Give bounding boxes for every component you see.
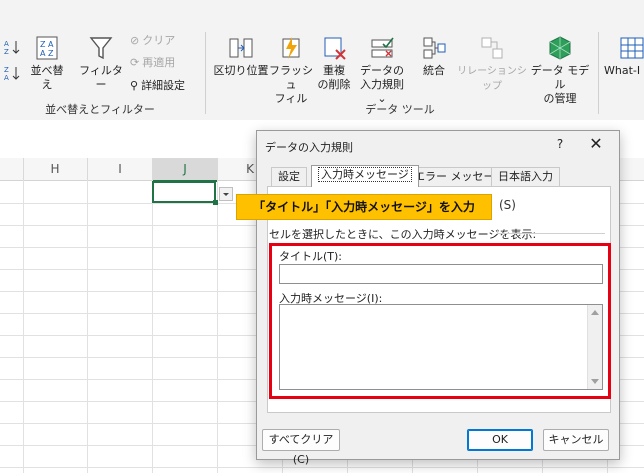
flash-fill-icon <box>282 37 300 59</box>
group-separator <box>205 32 206 114</box>
consolidate-button[interactable]: 統合 <box>414 34 454 78</box>
sort-desc-button[interactable]: ZA <box>4 64 22 84</box>
flash-fill-label2: フィル <box>274 92 308 105</box>
group-separator-2 <box>598 32 599 114</box>
clear-all-button[interactable]: すべてクリア(C) <box>262 429 340 466</box>
relationships-icon <box>481 37 503 59</box>
tab-settings[interactable]: 設定 <box>271 167 307 186</box>
group-label-sort-filter: 並べ替えとフィルター <box>45 103 155 116</box>
fill-handle[interactable] <box>213 200 218 205</box>
section-caption: セルを選択したときに、この入力時メッセージを表示: <box>269 226 541 242</box>
flash-fill-button[interactable]: フラッシュ フィル <box>268 34 314 106</box>
tab-ime[interactable]: 日本語入力 <box>491 167 560 186</box>
data-validation-button[interactable]: データの 入力規則 ⌄ <box>354 34 410 106</box>
advanced-label: 詳細設定 <box>141 79 186 92</box>
sort-descending-icon: ZA <box>4 66 20 82</box>
gridline <box>23 180 24 473</box>
tab-input-message[interactable]: 入力時メッセージ <box>311 165 419 187</box>
what-if-label: What-I <box>604 64 641 77</box>
instruction-callout: 「タイトル」「入力時メッセージ」を入力 <box>236 194 492 220</box>
column-header-j[interactable]: J <box>153 158 218 182</box>
relationships-button[interactable]: リレーションシップ <box>455 34 529 94</box>
column-header-i[interactable]: I <box>88 158 153 180</box>
group-label-data-tools: データ ツール <box>365 103 435 116</box>
tab-ime-label: 日本語入力 <box>498 170 553 183</box>
data-model-button[interactable]: データ モデル の管理 <box>529 34 591 106</box>
filter-label: フィルター <box>79 64 123 91</box>
cell-dropdown-button[interactable] <box>219 187 233 201</box>
what-if-button[interactable]: What-I <box>604 34 644 78</box>
filter-button[interactable]: フィルター <box>78 34 124 92</box>
remove-duplicates-button[interactable]: 重複 の削除 <box>314 34 354 92</box>
what-if-icon <box>620 37 644 59</box>
flash-fill-label1: フラッシュ <box>269 64 313 91</box>
remove-dup-label2: の削除 <box>317 78 351 91</box>
data-model-icon <box>549 36 571 60</box>
close-icon[interactable]: ✕ <box>587 135 605 153</box>
svg-text:A: A <box>4 40 9 48</box>
gridline <box>152 180 153 473</box>
dialog-title: データの入力規則 <box>265 141 353 154</box>
text-to-columns-icon <box>229 38 253 58</box>
data-model-label2: の管理 <box>543 92 577 105</box>
sort-ascending-icon: AZ <box>4 40 20 56</box>
sort-button[interactable]: Z AA Z 並べ替え <box>26 34 68 92</box>
svg-text:A Z: A Z <box>40 49 54 58</box>
sort-label: 並べ替え <box>30 64 64 91</box>
svg-text:A: A <box>4 74 9 82</box>
remove-dup-label1: 重複 <box>323 64 345 77</box>
cancel-button[interactable]: キャンセル <box>543 429 609 451</box>
tab-settings-label: 設定 <box>278 170 300 183</box>
data-validation-label1: データの <box>360 64 404 77</box>
gridline <box>87 180 88 473</box>
help-icon[interactable]: ? <box>552 135 568 153</box>
relationships-label: リレーションシップ <box>457 66 527 92</box>
text-to-columns-label: 区切り位置 <box>213 64 269 77</box>
reapply-label: 再適用 <box>142 56 176 69</box>
svg-text:Z: Z <box>4 48 9 56</box>
tab-input-message-label: 入力時メッセージ <box>318 167 412 182</box>
reapply-button[interactable]: ⟳ 再適用 <box>130 56 175 70</box>
show-message-checkbox-label[interactable]: (S) <box>499 198 516 212</box>
clear-filter-button[interactable]: ⊘ クリア <box>130 34 175 48</box>
text-to-columns-button[interactable]: 区切り位置 <box>213 34 269 78</box>
clear-filter-icon: ⊘ <box>130 34 140 47</box>
advanced-filter-icon: ⚲ <box>130 79 139 92</box>
remove-duplicates-icon <box>324 37 346 60</box>
svg-text:Z A: Z A <box>40 40 54 49</box>
consolidate-icon <box>423 37 446 59</box>
dialog-tabs: 設定 入力時メッセージ エラー メッセージ 日本語入力 <box>267 165 607 187</box>
sort-icon: Z AA Z <box>36 36 58 60</box>
sort-asc-button[interactable]: AZ <box>4 38 22 58</box>
clear-label: クリア <box>142 34 176 47</box>
gridline <box>0 467 644 468</box>
gridline <box>217 180 218 473</box>
column-header-h[interactable]: H <box>23 158 88 180</box>
consolidate-label: 統合 <box>423 64 445 77</box>
reapply-icon: ⟳ <box>130 56 140 69</box>
ribbon: AZ ZA Z AA Z 並べ替え フィルター ⊘ クリア ⟳ 再適用 ⚲ 詳細設定 … <box>0 0 644 121</box>
advanced-filter-button[interactable]: ⚲ 詳細設定 <box>130 79 185 93</box>
svg-text:Z: Z <box>4 66 9 74</box>
filter-funnel-icon <box>89 37 113 60</box>
data-validation-dialog: データの入力規則 ? ✕ 設定 入力時メッセージ エラー メッセージ 日本語入力… <box>256 130 620 466</box>
chevron-down-icon <box>223 193 229 196</box>
column-header-blank <box>0 158 24 180</box>
active-cell-j[interactable] <box>152 181 216 203</box>
data-validation-icon <box>371 37 394 58</box>
highlight-box <box>269 243 611 399</box>
ok-button[interactable]: OK <box>467 429 533 451</box>
data-model-label1: データ モデル <box>530 64 590 91</box>
section-divider <box>497 233 605 234</box>
